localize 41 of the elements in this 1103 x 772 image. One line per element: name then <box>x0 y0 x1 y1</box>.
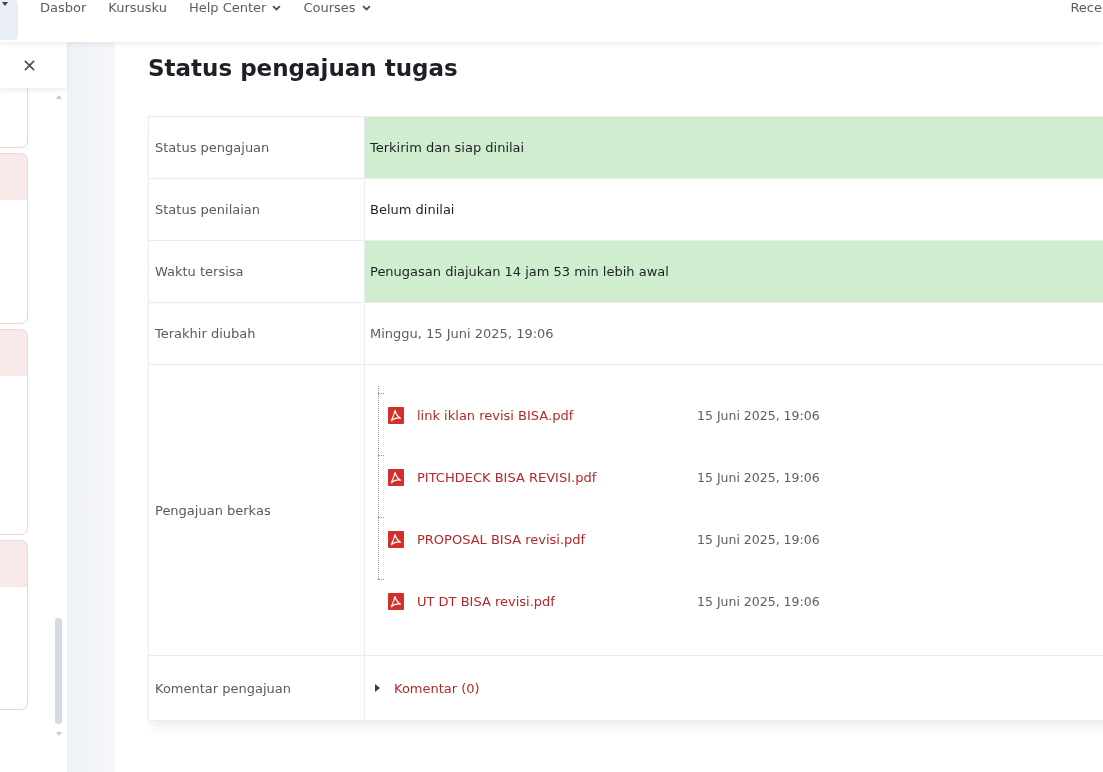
file-date: 15 Juni 2025, 19:06 <box>697 531 820 547</box>
card-header <box>0 154 27 200</box>
card-header <box>0 541 27 587</box>
file-link[interactable]: link iklan revisi BISA.pdf <box>417 407 697 423</box>
file-date: 15 Juni 2025, 19:06 <box>697 407 820 423</box>
close-icon <box>23 59 35 71</box>
file-link[interactable]: UT DT BISA revisi.pdf <box>417 593 697 609</box>
table-cell-text: Belum dinilai <box>369 201 456 219</box>
pdf-file-icon <box>388 406 404 424</box>
scroll-up-icon[interactable] <box>55 95 62 99</box>
table-cell: Terkirim dan siap dinilai <box>365 117 1103 178</box>
drawer-toggle-button[interactable] <box>0 0 18 40</box>
nav-link[interactable]: Rece <box>1070 0 1102 16</box>
scroll-down-icon[interactable] <box>55 732 62 736</box>
table-cell: Penugasan diajukan 14 jam 53 min lebih awal <box>365 241 1103 302</box>
nav-link[interactable]: Kursusku <box>108 0 167 16</box>
file-link[interactable]: PROPOSAL BISA revisi.pdf <box>417 531 697 547</box>
close-button[interactable] <box>22 58 36 72</box>
table-cell: Komentar pengajuan <box>149 656 365 720</box>
comments-link[interactable]: Komentar (0) <box>375 680 480 696</box>
pdf-file-icon <box>388 530 404 548</box>
course-card[interactable] <box>0 88 28 148</box>
card-header <box>0 330 27 376</box>
pdf-file-icon <box>388 468 404 486</box>
pdf-file-icon <box>388 592 404 610</box>
table-cell: Status penilaian <box>149 179 365 240</box>
course-card[interactable] <box>0 329 28 535</box>
table-cell: Pengajuan berkas <box>149 365 365 655</box>
page-title: Status pengajuan tugas <box>148 54 459 82</box>
table-cell: Terakhir diubah <box>149 303 365 364</box>
course-card[interactable] <box>0 153 28 324</box>
file-link[interactable]: PITCHDECK BISA REVISI.pdf <box>417 469 697 485</box>
file-date: 15 Juni 2025, 19:06 <box>697 593 820 609</box>
file-date: 15 Juni 2025, 19:06 <box>697 469 820 485</box>
nav-link[interactable]: Help Center <box>188 0 282 16</box>
course-card[interactable] <box>0 540 28 710</box>
scrollbar-thumb[interactable] <box>55 618 62 724</box>
nav-link[interactable]: Courses <box>303 0 371 16</box>
nav-link[interactable]: Dasbor <box>40 0 87 16</box>
caret-icon <box>2 2 8 6</box>
table-cell-text: Minggu, 15 Juni 2025, 19:06 <box>369 325 555 343</box>
